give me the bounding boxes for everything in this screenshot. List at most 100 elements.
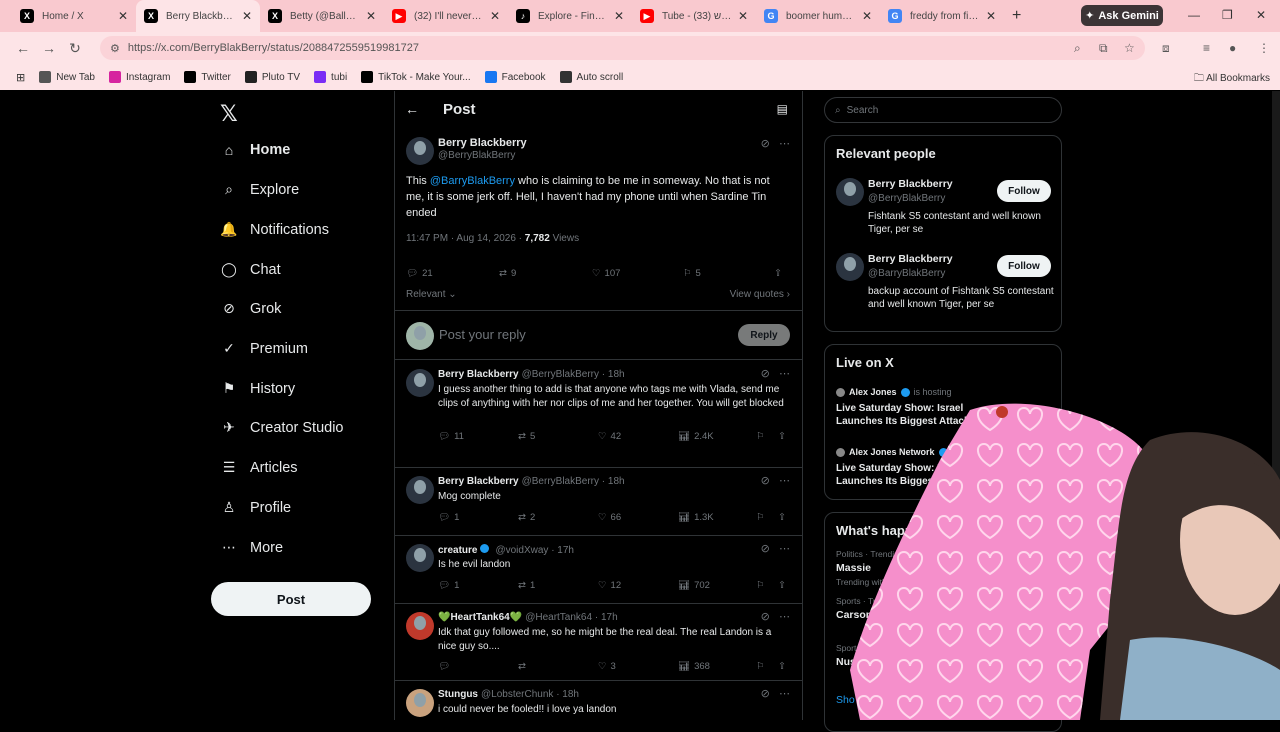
x-logo-icon[interactable]: 𝕏 (220, 101, 238, 127)
grok-icon[interactable]: ⊘ (761, 368, 770, 380)
likes-action[interactable]: ♡ 3 (598, 661, 616, 672)
close-tab-icon[interactable]: ✕ (986, 9, 996, 23)
person-handle[interactable]: @BarryBlakBerry (868, 268, 945, 279)
share-icon[interactable]: ⇪ (778, 512, 786, 523)
bookmark-icon[interactable]: ⚐ (756, 661, 765, 672)
views-action[interactable]: 📊︎ 1.3K (678, 512, 714, 523)
new-tab-icon[interactable]: + (1012, 7, 1021, 25)
share-icon[interactable]: ⇪ (778, 661, 786, 672)
close-tab-icon[interactable]: ✕ (366, 9, 376, 23)
reply-input[interactable]: Post your reply (439, 327, 526, 342)
close-tab-icon[interactable]: ✕ (242, 9, 252, 23)
browser-tab[interactable]: Gboomer humor - ...✕ (756, 0, 880, 32)
more-icon[interactable]: ⋯ (779, 611, 790, 623)
profile-icon[interactable]: ● (1229, 41, 1236, 55)
likes-action[interactable]: ♡ 66 (598, 512, 621, 523)
avatar[interactable] (406, 137, 434, 165)
minimize-icon[interactable]: — (1188, 8, 1200, 22)
close-tab-icon[interactable]: ✕ (614, 9, 624, 23)
post-button[interactable]: Post (211, 582, 371, 616)
bookmark-item[interactable]: Facebook (484, 71, 546, 83)
more-icon[interactable]: ⋯ (779, 475, 790, 487)
replies-action[interactable]: 💬︎ 1 (438, 512, 459, 523)
grok-icon[interactable]: ⊘ (761, 611, 770, 623)
grok-icon[interactable]: ⊘ (761, 138, 770, 150)
apps-icon[interactable]: ⊞ (16, 71, 25, 84)
reposts-action[interactable]: ⇄ 1 (518, 580, 535, 591)
forward-icon[interactable]: → (36, 40, 62, 56)
sidebar-item-grok[interactable]: ⊘ Grok (220, 300, 281, 317)
avatar[interactable] (836, 253, 864, 281)
all-bookmarks-button[interactable]: 🗀 All Bookmarks (1194, 71, 1270, 88)
likes-action[interactable]: ♡ 12 (598, 580, 621, 591)
back-arrow-icon[interactable]: ← (405, 101, 419, 117)
replies-action[interactable]: 💬︎ 11 (438, 431, 464, 442)
follow-button[interactable]: Follow (997, 180, 1051, 202)
post-author-handle[interactable]: @BerryBlakBerry (438, 150, 515, 161)
bookmark-icon[interactable]: ⚐ (756, 512, 765, 523)
bookmark-item[interactable]: Twitter (184, 71, 231, 83)
more-icon[interactable]: ⋯ (779, 368, 790, 380)
reply-author[interactable]: 💚HeartTank64💚 @HeartTank64 · 17h (438, 612, 618, 623)
close-tab-icon[interactable]: ✕ (118, 9, 128, 23)
browser-menu-icon[interactable]: ⋮ (1258, 41, 1270, 55)
reply-button[interactable]: Reply (738, 324, 790, 346)
browser-tab[interactable]: X Home / X ✕ (12, 0, 136, 32)
live-host[interactable]: Alex Jones is hosting (836, 387, 952, 397)
bookmark-item[interactable]: Pluto TV (244, 71, 300, 83)
bookmark-action[interactable]: ⚐ 5 (683, 268, 701, 279)
reposts-action[interactable]: ⇄ 5 (518, 431, 535, 442)
mention-link[interactable]: @BarryBlakBerry (430, 175, 515, 187)
close-tab-icon[interactable]: ✕ (490, 9, 500, 23)
install-icon[interactable]: ⧉ (1099, 41, 1108, 56)
reply-post[interactable]: Stungus @LobsterChunk · 18h ⊘ ⋯ i could nev… (395, 681, 802, 720)
avatar[interactable] (836, 178, 864, 206)
sidebar-item-creator-studio[interactable]: ✈ Creator Studio (220, 419, 343, 436)
media-icon[interactable]: ≡ (1203, 41, 1210, 55)
bookmark-item[interactable]: TikTok - Make Your... (361, 71, 471, 83)
grok-icon[interactable]: ⊘ (761, 543, 770, 555)
sidebar-item-more[interactable]: ⋯ More (220, 539, 283, 556)
avatar[interactable] (406, 544, 434, 572)
browser-tab[interactable]: Gfreddy from fishta...✕ (880, 0, 1004, 32)
ask-gemini-button[interactable]: ✦ Ask Gemini (1081, 5, 1163, 26)
sidebar-item-articles[interactable]: ☰ Articles (220, 459, 298, 476)
reposts-action[interactable]: ⇄ (518, 661, 530, 672)
reply-sort-dropdown[interactable]: Relevant ⌄ (406, 289, 457, 300)
more-icon[interactable]: ⋯ (779, 543, 790, 555)
reply-author[interactable]: Berry Blackberry @BerryBlakBerry · 18h (438, 476, 625, 487)
reader-icon[interactable]: ▤ (777, 102, 788, 116)
sidebar-item-home[interactable]: ⌂ Home (220, 142, 291, 158)
more-icon[interactable]: ⋯ (779, 138, 790, 150)
replies-action[interactable]: 💬︎ (438, 661, 454, 672)
likes-action[interactable]: ♡ 42 (598, 431, 621, 442)
share-icon[interactable]: ⇪ (774, 268, 782, 279)
post-author-name[interactable]: Berry Blackberry (438, 137, 527, 149)
more-icon[interactable]: ⋯ (779, 688, 790, 700)
avatar[interactable] (406, 612, 434, 640)
bookmark-item[interactable]: Auto scroll (559, 71, 623, 83)
reload-icon[interactable]: ↻ (62, 40, 88, 57)
avatar[interactable] (406, 369, 434, 397)
sidebar-item-notifications[interactable]: 🔔 Notifications (220, 221, 329, 238)
sidebar-item-explore[interactable]: ⌕ Explore (220, 181, 299, 198)
bookmark-icon[interactable]: ⚐ (756, 431, 765, 442)
grok-icon[interactable]: ⊘ (761, 475, 770, 487)
views-action[interactable]: 📊︎ 368 (678, 661, 710, 672)
reposts-action[interactable]: ⇄ 2 (518, 512, 535, 523)
address-bar[interactable]: ⚙ https://x.com/BerryBlakBerry/status/20… (100, 36, 1145, 60)
zoom-icon[interactable]: ⌕ (1074, 41, 1081, 56)
browser-tab[interactable]: ▶Tube - שטשש (33)✕ (632, 0, 756, 32)
person-name[interactable]: Berry Blackberry (868, 178, 953, 190)
sidebar-item-profile[interactable]: ♙ Profile (220, 499, 291, 516)
follow-button[interactable]: Follow (997, 255, 1051, 277)
close-window-icon[interactable]: ✕ (1256, 8, 1266, 22)
person-handle[interactable]: @BerryBlakBerry (868, 193, 945, 204)
bookmark-item[interactable]: New Tab (39, 71, 95, 83)
close-tab-icon[interactable]: ✕ (862, 9, 872, 23)
person-name[interactable]: Berry Blackberry (868, 253, 953, 265)
grok-icon[interactable]: ⊘ (761, 688, 770, 700)
reply-author[interactable]: Stungus @LobsterChunk · 18h (438, 689, 579, 700)
browser-tab[interactable]: XBetty (@Ballerina...✕ (260, 0, 384, 32)
reply-post[interactable]: Berry Blackberry @BerryBlakBerry · 18h ⊘ ⋯… (395, 468, 802, 536)
